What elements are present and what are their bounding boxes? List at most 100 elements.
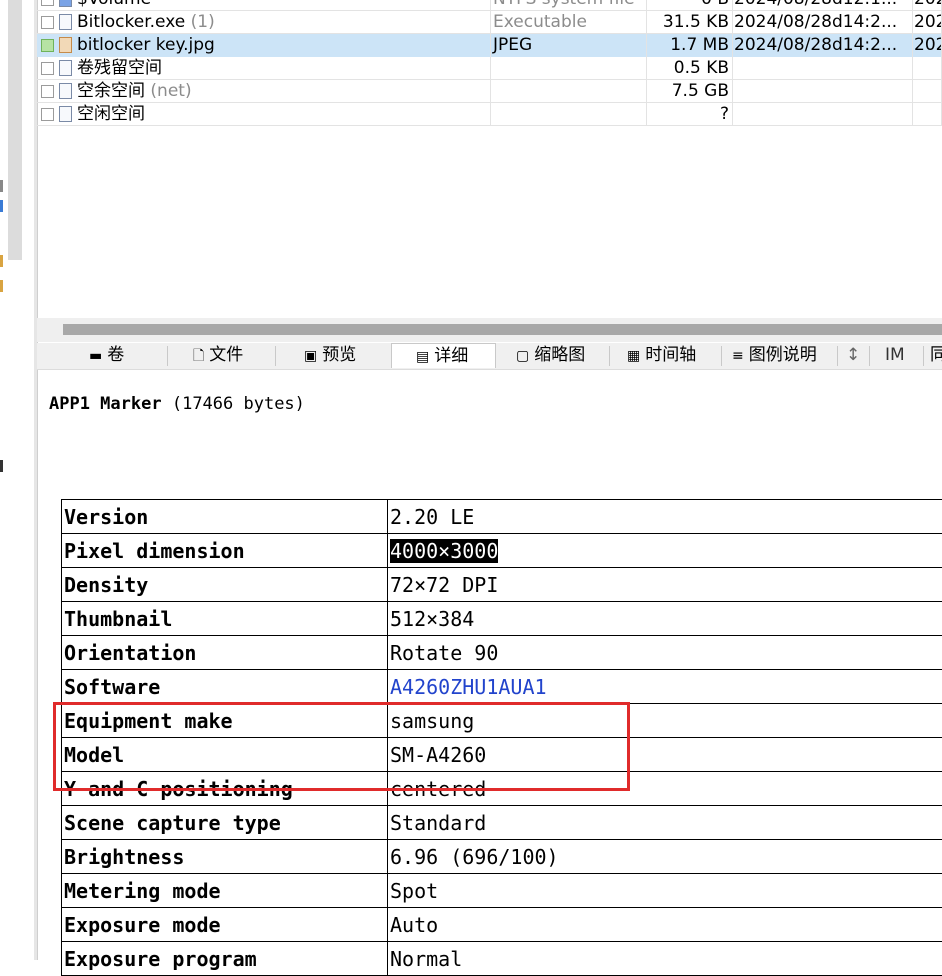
table-row: Exposure modeAuto [62,908,942,942]
property-value: 2.20 LE [388,500,942,534]
horizontal-scrollbar-thumb[interactable] [63,324,942,335]
tab-label: 图例说明 [749,345,817,365]
file-modified [733,80,913,103]
file-row-volume[interactable]: $Volume NTFS system file 0 B 2024/08/28d… [37,0,942,11]
file-modified [733,57,913,80]
table-row: Density72×72 DPI [62,568,942,602]
marker-label: APP1 Marker [49,394,162,414]
property-value: 72×72 DPI [388,568,942,602]
left-panel-marker [0,200,3,212]
left-panel-marker [0,460,3,472]
file-extra-column: 202 [913,11,942,34]
file-type [491,103,647,126]
property-key: Exposure program [62,942,388,976]
file-name: bitlocker key.jpg [37,34,491,57]
property-value: Rotate 90 [388,636,942,670]
property-key: Brightness [62,840,388,874]
property-key: Scene capture type [62,806,388,840]
property-key: Density [62,568,388,602]
property-value: Normal [388,942,942,976]
file-name-suffix: (net) [150,81,191,101]
file-name: 卷残留空间 [37,57,491,80]
property-key: Exposure mode [62,908,388,942]
property-value: Spot [388,874,942,908]
tab-legend[interactable]: ≡图例说明 [732,343,817,368]
table-row: Exposure programNormal [62,942,942,976]
table-row: Pixel dimension4000×3000 [62,534,942,568]
highlight-annotation-box [53,702,630,791]
tab-im[interactable]: IM [885,343,905,368]
left-panel-marker [0,180,3,192]
file-name: 空余空间 (net) [37,80,491,103]
tab-file[interactable]: 🗋文件 [193,343,243,368]
file-row-bitlocker-exe[interactable]: Bitlocker.exe (1) Executable 31.5 KB 202… [37,11,942,34]
file-list: $Volume NTFS system file 0 B 2024/08/28d… [37,0,942,126]
property-key: Version [62,500,388,534]
marker-heading: APP1 Marker (17466 bytes) [49,394,305,414]
file-extra-column: 202 [913,34,942,57]
timeline-icon: ▦ [627,344,640,369]
thumbnail-icon: ▢ [516,344,529,369]
property-key: Pixel dimension [62,534,388,568]
property-key: Orientation [62,636,388,670]
tab-thumbnails[interactable]: ▢缩略图 [516,343,585,368]
view-tabs: ▬卷 🗋文件 ▣预览 ▤详细 ▢缩略图 ▦时间轴 ≡图例说明 ↕ IM 同 [37,343,942,370]
property-key: Software [62,670,388,704]
file-size: 1.7 MB [647,34,733,57]
file-type [491,80,647,103]
file-name: 空闲空间 [37,103,491,126]
table-row: Brightness6.96 (696/100) [62,840,942,874]
table-row: Version2.20 LE [62,500,942,534]
selected-text[interactable]: 4000×3000 [390,539,498,563]
left-panel-marker [0,255,3,267]
tab-details[interactable]: ▤详细 [391,343,496,368]
property-value: 6.96 (696/100) [388,840,942,874]
preview-icon: ▣ [304,344,317,369]
sort-arrows-icon[interactable]: ↕ [846,343,860,368]
file-modified: 2024/08/28d14:2... [733,34,913,57]
tab-label: 缩略图 [534,345,585,365]
property-value: Standard [388,806,942,840]
file-row-bitlocker-key-jpg[interactable]: bitlocker key.jpg JPEG 1.7 MB 2024/08/28… [37,34,942,57]
file-name: Bitlocker.exe (1) [37,11,491,34]
left-panel-marker [0,280,3,292]
tab-more[interactable]: 同 [930,343,942,368]
left-panel-scrollbar[interactable] [8,0,22,260]
file-name-text: 空余空间 [77,81,145,101]
table-row: OrientationRotate 90 [62,636,942,670]
file-row-volume-slack[interactable]: 卷残留空间 0.5 KB [37,57,942,80]
tab-label: 文件 [209,345,243,365]
tab-label: 详细 [434,346,468,366]
file-row-free-space-net[interactable]: 空余空间 (net) 7.5 GB [37,80,942,103]
file-name-text: Bitlocker.exe [77,12,185,32]
file-size: 7.5 GB [647,80,733,103]
file-type: Executable [491,11,647,34]
table-row: Metering modeSpot [62,874,942,908]
tab-timeline[interactable]: ▦时间轴 [627,343,696,368]
tab-label: 卷 [107,345,124,365]
file-name-suffix: (1) [191,12,215,32]
file-size: 0.5 KB [647,57,733,80]
property-value: 512×384 [388,602,942,636]
table-row: Scene capture typeStandard [62,806,942,840]
file-size: 31.5 KB [647,11,733,34]
property-key: Metering mode [62,874,388,908]
tab-label: 时间轴 [645,345,696,365]
file-row-free-space[interactable]: 空闲空间 ? [37,103,942,126]
details-icon: ▤ [416,345,429,370]
volume-icon: ▬ [89,344,102,369]
tab-preview[interactable]: ▣预览 [304,343,356,368]
file-icon: 🗋 [193,344,204,369]
file-type: JPEG [491,34,647,57]
table-row: SoftwareA4260ZHU1AUA1 [62,670,942,704]
legend-icon: ≡ [732,344,744,369]
property-value: Auto [388,908,942,942]
property-key: Thumbnail [62,602,388,636]
software-link[interactable]: A4260ZHU1AUA1 [390,675,547,699]
property-value: A4260ZHU1AUA1 [388,670,942,704]
file-extra-column [913,57,942,80]
property-value: 4000×3000 [388,534,942,568]
pane-splitter[interactable] [34,0,38,960]
file-modified: 2024/08/28d14:2... [733,11,913,34]
tab-volume[interactable]: ▬卷 [89,343,124,368]
